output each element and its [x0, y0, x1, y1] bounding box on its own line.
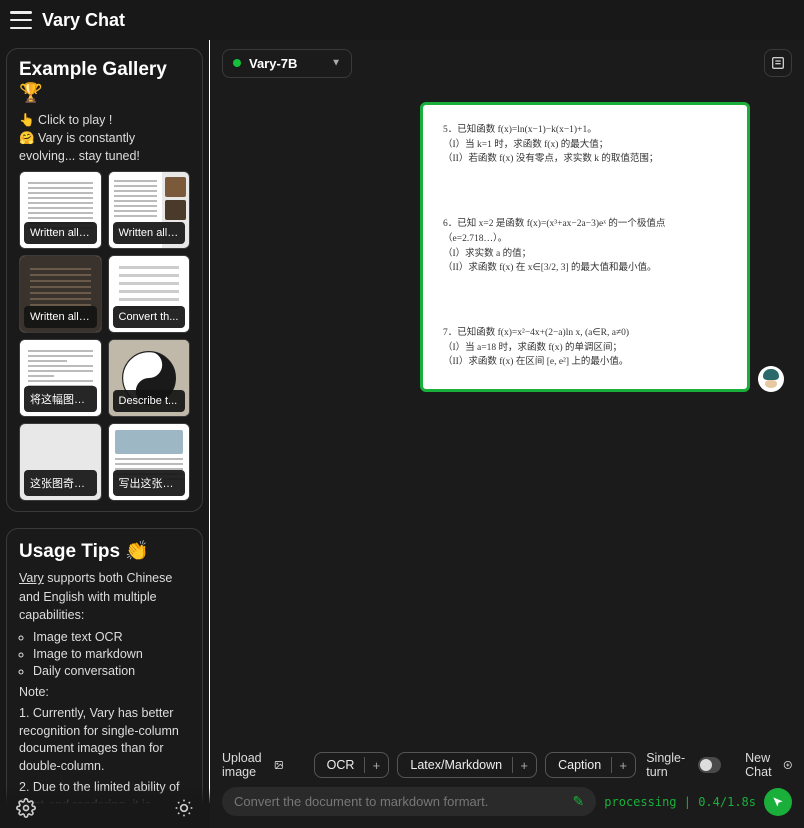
gallery-item-label: Written all ...	[113, 222, 186, 244]
md-label: Latex/Markdown	[410, 758, 502, 772]
panel-toggle-button[interactable]	[764, 49, 792, 77]
caption-label: Caption	[558, 758, 601, 772]
gallery-item-label: 写出这张图...	[113, 470, 186, 496]
gallery-item-label: 这张图奇怪...	[24, 470, 97, 496]
upload-icon	[274, 757, 284, 773]
tips-note-2: 2. Due to the limited ability of front-e…	[19, 779, 190, 814]
model-name: Vary-7B	[249, 56, 297, 71]
problem-text: （I）当 k=1 时，求函数 f(x) 的最大值；	[443, 138, 727, 153]
single-turn-toggle[interactable]	[698, 757, 721, 773]
problem-text: （II）求函数 f(x) 在 x∈[3/2, 3] 的最大值和最小值。	[443, 261, 727, 276]
gallery-tip-2: 🤗 Vary is constantly evolving... stay tu…	[19, 129, 190, 165]
gallery-item-2[interactable]: Written all ...	[19, 255, 102, 333]
user-avatar	[758, 366, 784, 392]
tips-bullet: Image text OCR	[33, 630, 190, 644]
problem-text: 7．已知函数 f(x)=x²−4x+(2−a)ln x, (a∈R, a≠0)	[443, 326, 727, 341]
chat-input-wrap: ✎	[222, 787, 596, 816]
plus-circle-icon	[783, 757, 793, 773]
upload-image-button[interactable]: Upload image	[222, 751, 284, 779]
new-chat-label: New Chat	[745, 751, 778, 779]
new-chat-button[interactable]: New Chat	[745, 751, 792, 779]
status-text: processing | 0.4/1.8s	[604, 795, 756, 809]
gallery-item-label: Convert th...	[113, 306, 186, 328]
gallery-heading: Example Gallery 🏆	[19, 59, 190, 105]
tips-note-1: 1. Currently, Vary has better recognitio…	[19, 705, 190, 775]
upload-label: Upload image	[222, 751, 268, 779]
problem-text: （I）当 a=18 时，求函数 f(x) 的单调区间；	[443, 341, 727, 356]
gallery-item-5[interactable]: Describe t...	[108, 339, 191, 417]
tips-heading: Usage Tips 👏	[19, 539, 190, 563]
gallery-item-7[interactable]: 写出这张图...	[108, 423, 191, 501]
gear-icon[interactable]	[16, 798, 36, 818]
bottom-bar: Upload image OCR + Latex/Markdown + Capt…	[210, 745, 804, 828]
problem-text: （I）求实数 a 的值；	[443, 247, 727, 262]
vary-link[interactable]: Vary	[19, 571, 44, 585]
status-dot-icon	[233, 59, 241, 67]
uploaded-image[interactable]: 5．已知函数 f(x)=ln(x−1)−k(x−1)+1。 （I）当 k=1 时…	[420, 102, 750, 392]
tips-bullet: Image to markdown	[33, 647, 190, 661]
sidebar: Example Gallery 🏆 👆 Click to play ! 🤗 Va…	[0, 40, 210, 828]
gallery-item-label: Written all ...	[24, 222, 97, 244]
gallery-item-label: Written all ...	[24, 306, 97, 328]
tips-bullet: Daily conversation	[33, 664, 190, 678]
single-turn-label: Single-turn	[646, 751, 692, 779]
plus-icon: +	[512, 757, 528, 773]
gallery-item-4[interactable]: 将这幅图片...	[19, 339, 102, 417]
user-message: 5．已知函数 f(x)=ln(x−1)−k(x−1)+1。 （I）当 k=1 时…	[230, 102, 784, 392]
example-gallery-card: Example Gallery 🏆 👆 Click to play ! 🤗 Va…	[6, 48, 203, 512]
usage-tips-card: Usage Tips 👏 Vary supports both Chinese …	[6, 528, 203, 825]
gallery-item-label: 将这幅图片...	[24, 386, 97, 412]
problem-text: （II）若函数 f(x) 没有零点，求实数 k 的取值范围；	[443, 152, 727, 167]
caption-button[interactable]: Caption +	[545, 752, 636, 778]
plus-icon: +	[611, 757, 627, 773]
gallery-item-3[interactable]: Convert th...	[108, 255, 191, 333]
send-button[interactable]	[764, 788, 792, 816]
sun-icon[interactable]	[174, 798, 194, 818]
gallery-tip-1: 👆 Click to play !	[19, 111, 190, 129]
menu-icon[interactable]	[10, 11, 32, 29]
chat-input[interactable]	[234, 794, 565, 809]
app-title: Vary Chat	[42, 10, 125, 31]
ocr-label: OCR	[327, 758, 355, 772]
problem-text: （II）求函数 f(x) 在区间 [e, e²] 上的最小值。	[443, 355, 727, 370]
gallery-item-0[interactable]: Written all ...	[19, 171, 102, 249]
latex-markdown-button[interactable]: Latex/Markdown +	[397, 752, 537, 778]
ocr-button[interactable]: OCR +	[314, 752, 390, 778]
gallery-item-6[interactable]: 这张图奇怪...	[19, 423, 102, 501]
problem-text: 6．已知 x=2 是函数 f(x)=(x³+ax−2a−3)eˣ 的一个极值点（…	[443, 217, 727, 246]
cursor-icon	[771, 795, 785, 809]
chat-panel: Vary-7B ▼ 5．已知函数 f(x)=ln(x−1)−k(x−1)+1。 …	[210, 40, 804, 828]
chevron-down-icon: ▼	[331, 58, 341, 69]
wand-icon[interactable]: ✎	[573, 793, 585, 810]
tips-note-label: Note:	[19, 684, 190, 702]
gallery-item-label: Describe t...	[113, 390, 186, 412]
model-selector[interactable]: Vary-7B ▼	[222, 49, 352, 78]
plus-icon: +	[364, 757, 380, 773]
problem-text: 5．已知函数 f(x)=ln(x−1)−k(x−1)+1。	[443, 123, 727, 138]
gallery-item-1[interactable]: Written all ...	[108, 171, 191, 249]
